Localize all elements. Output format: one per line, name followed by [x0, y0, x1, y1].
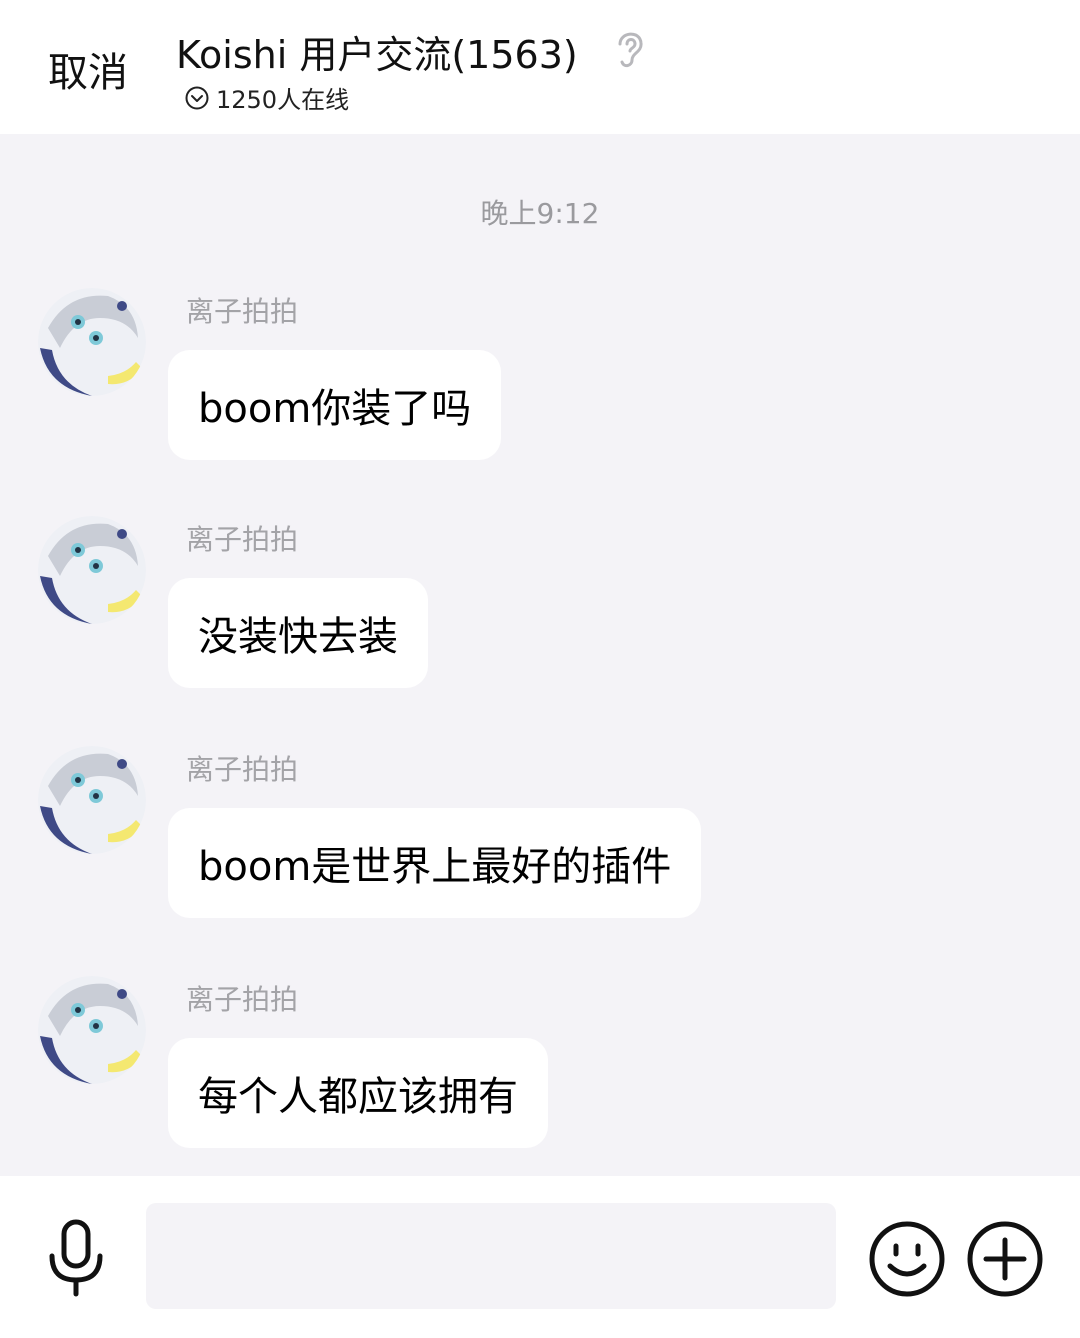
sender-name: 离子拍拍 — [186, 523, 299, 556]
microphone-icon[interactable] — [44, 1218, 108, 1298]
avatar[interactable] — [38, 516, 146, 624]
sender-name: 离子拍拍 — [186, 753, 299, 786]
plus-icon[interactable] — [966, 1220, 1044, 1298]
sender-name: 离子拍拍 — [186, 295, 299, 328]
chat-header: 取消 Koishi 用户交流(1563) 1250人在线 — [0, 0, 1080, 134]
message-input[interactable] — [146, 1203, 836, 1309]
message-bubble[interactable]: boom是世界上最好的插件 — [168, 808, 702, 918]
ear-icon[interactable] — [612, 26, 648, 70]
message-bubble[interactable]: 没装快去装 — [168, 578, 428, 688]
chevron-down-icon — [185, 86, 209, 109]
group-title[interactable]: Koishi 用户交流(1563) — [176, 24, 578, 79]
avatar[interactable] — [38, 288, 146, 396]
message-bubble[interactable]: boom你装了吗 — [168, 350, 502, 460]
avatar[interactable] — [38, 976, 146, 1084]
online-count: 1250人在线 — [216, 86, 350, 114]
sender-name: 离子拍拍 — [186, 983, 299, 1016]
message-bubble[interactable]: 每个人都应该拥有 — [168, 1038, 548, 1148]
cancel-button[interactable]: 取消 — [48, 40, 128, 98]
avatar[interactable] — [38, 746, 146, 854]
emoji-icon[interactable] — [868, 1220, 946, 1298]
online-status[interactable]: 1250人在线 — [184, 80, 349, 115]
message-timestamp: 晚上9:12 — [480, 197, 600, 230]
